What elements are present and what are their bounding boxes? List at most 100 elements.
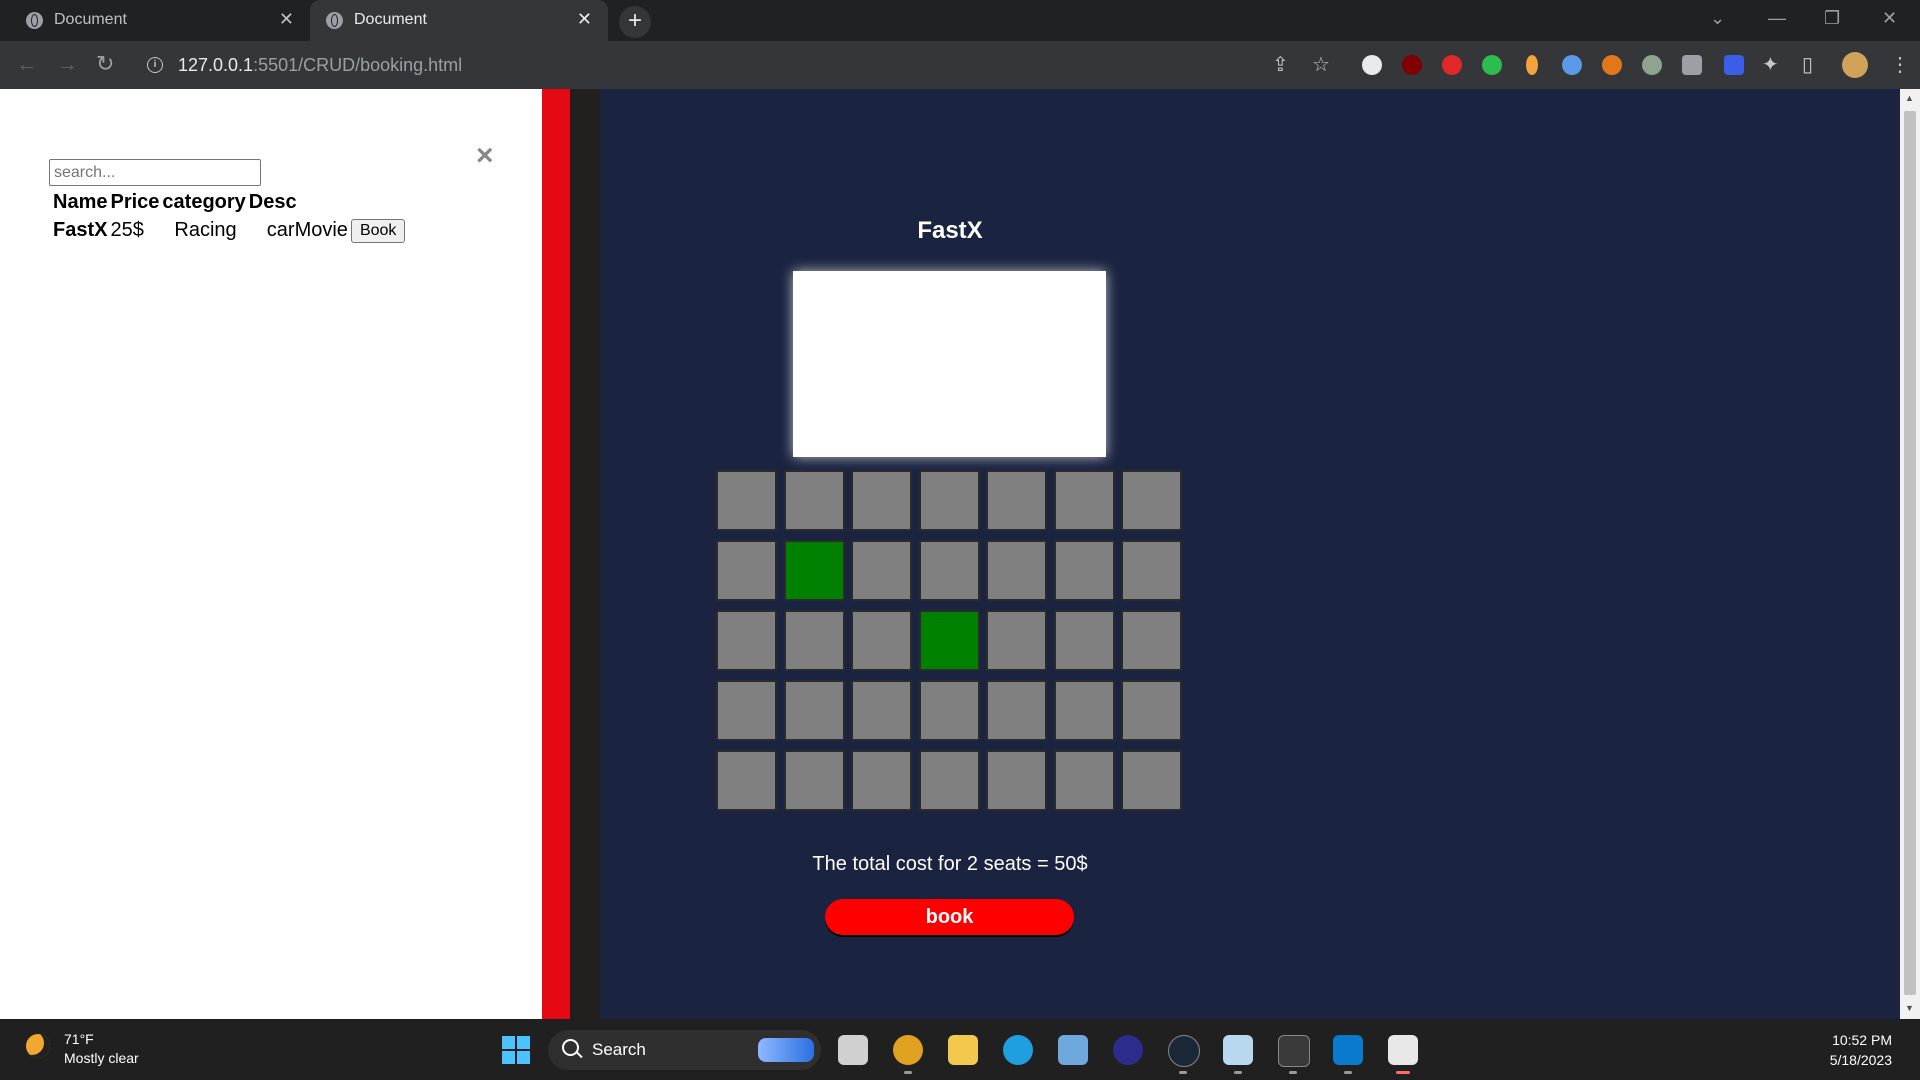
- back-icon[interactable]: ←: [16, 51, 38, 77]
- seat[interactable]: [716, 610, 777, 671]
- file-explorer-icon[interactable]: [948, 1035, 978, 1065]
- seat[interactable]: [783, 680, 845, 741]
- close-tab-icon[interactable]: ✕: [279, 8, 294, 30]
- shield-extension-icon[interactable]: [1482, 55, 1502, 75]
- bookmark-star-icon[interactable]: ☆: [1312, 52, 1330, 77]
- seat[interactable]: [851, 610, 912, 671]
- forward-icon[interactable]: →: [56, 51, 78, 77]
- seat[interactable]: [851, 680, 912, 741]
- vscode-icon[interactable]: [1333, 1035, 1363, 1065]
- seat-selected[interactable]: [918, 610, 980, 671]
- book-button[interactable]: book: [825, 899, 1074, 935]
- extension-icon[interactable]: [1724, 55, 1744, 75]
- seat[interactable]: [716, 540, 777, 601]
- photos-icon[interactable]: [1058, 1035, 1088, 1065]
- extension-icon[interactable]: [1642, 55, 1662, 75]
- windows-start-icon[interactable]: [502, 1036, 530, 1064]
- site-info-icon[interactable]: i: [147, 57, 163, 73]
- terminal-icon[interactable]: [1278, 1035, 1310, 1067]
- seat[interactable]: [1053, 750, 1115, 811]
- taskbar-search[interactable]: Search: [548, 1030, 821, 1070]
- tab-document-1[interactable]: Document ✕: [10, 0, 310, 41]
- scrollbar-thumb[interactable]: [1904, 111, 1916, 995]
- seat[interactable]: [918, 750, 980, 811]
- seat[interactable]: [986, 540, 1047, 601]
- seat[interactable]: [1121, 470, 1182, 531]
- search-highlight-icon: [758, 1038, 814, 1062]
- seat[interactable]: [918, 540, 980, 601]
- adblock-plus-icon[interactable]: [1442, 55, 1462, 75]
- eclipse-icon[interactable]: [1113, 1035, 1143, 1065]
- seat[interactable]: [918, 680, 980, 741]
- tab-document-2[interactable]: Document ✕: [310, 0, 608, 41]
- movie-category: Racing: [174, 219, 237, 241]
- seat[interactable]: [716, 750, 777, 811]
- weather-condition[interactable]: Mostly clear: [64, 1050, 139, 1066]
- system-clock[interactable]: 10:52 PM 5/18/2023: [1830, 1030, 1892, 1070]
- seat-selected[interactable]: [783, 540, 845, 601]
- dark-divider: [570, 89, 600, 1019]
- running-indicator: [1289, 1071, 1297, 1074]
- snipping-tool-icon[interactable]: [1388, 1035, 1418, 1065]
- seat[interactable]: [918, 470, 980, 531]
- weather-moon-icon[interactable]: [26, 1034, 50, 1058]
- seat[interactable]: [716, 680, 777, 741]
- extension-icon[interactable]: [1362, 55, 1382, 75]
- taskbar: 71°F Mostly clear Search 10:52 PM 5/18/2…: [0, 1019, 1920, 1080]
- seat[interactable]: [986, 470, 1047, 531]
- weather-temperature[interactable]: 71°F: [64, 1031, 94, 1047]
- tab-strip: Document ✕ Document ✕ + ⌄ — ❐ ✕: [0, 0, 1920, 41]
- ublock-icon[interactable]: [1402, 55, 1422, 75]
- seat[interactable]: [716, 470, 777, 531]
- scroll-up-icon[interactable]: ▲: [1905, 93, 1914, 103]
- shield-icon[interactable]: [1682, 55, 1702, 75]
- side-panel-icon[interactable]: ▯: [1802, 52, 1813, 77]
- clock-date: 5/18/2023: [1829, 1052, 1892, 1068]
- globe-icon: [326, 12, 343, 29]
- seat[interactable]: [1121, 610, 1182, 671]
- menu-icon[interactable]: ⋮: [1890, 52, 1910, 77]
- restore-icon[interactable]: ❐: [1824, 8, 1840, 29]
- share-icon[interactable]: ⇪: [1272, 52, 1289, 77]
- url-path: :5501/CRUD/booking.html: [253, 55, 463, 75]
- globe-icon: [26, 12, 43, 29]
- close-window-icon[interactable]: ✕: [1882, 8, 1897, 29]
- book-movie-button[interactable]: Book: [350, 219, 406, 243]
- steam-icon[interactable]: [1168, 1035, 1200, 1067]
- seat[interactable]: [986, 750, 1047, 811]
- address-bar[interactable]: 127.0.0.1:5501/CRUD/booking.html: [178, 55, 462, 76]
- extension-icon[interactable]: [1562, 55, 1582, 75]
- chrome-icon[interactable]: [893, 1035, 923, 1065]
- seat[interactable]: [1053, 540, 1115, 601]
- seat[interactable]: [783, 470, 845, 531]
- minimize-icon[interactable]: —: [1768, 8, 1786, 29]
- seat[interactable]: [851, 750, 912, 811]
- seat[interactable]: [1053, 610, 1115, 671]
- seat[interactable]: [851, 470, 912, 531]
- new-tab-button[interactable]: +: [619, 6, 651, 38]
- extension-icon[interactable]: [1526, 55, 1538, 75]
- seat[interactable]: [986, 680, 1047, 741]
- seat[interactable]: [783, 750, 845, 811]
- seat[interactable]: [783, 610, 845, 671]
- puzzle-extensions-icon[interactable]: ✦: [1762, 52, 1779, 77]
- seat[interactable]: [1053, 680, 1115, 741]
- metamask-icon[interactable]: [1602, 55, 1622, 75]
- seat[interactable]: [1121, 540, 1182, 601]
- seat[interactable]: [1121, 680, 1182, 741]
- page-scrollbar[interactable]: ▲ ▼: [1900, 89, 1920, 1019]
- edge-icon[interactable]: [1003, 1035, 1033, 1065]
- notepad-icon[interactable]: [1223, 1035, 1253, 1065]
- avatar[interactable]: [1842, 52, 1868, 78]
- seat[interactable]: [1121, 750, 1182, 811]
- task-view-icon[interactable]: [838, 1035, 868, 1065]
- scroll-down-icon[interactable]: ▼: [1905, 1003, 1914, 1013]
- close-icon[interactable]: ×: [476, 139, 494, 173]
- seat[interactable]: [986, 610, 1047, 671]
- seat[interactable]: [851, 540, 912, 601]
- close-tab-icon[interactable]: ✕: [577, 8, 592, 30]
- search-input[interactable]: [49, 159, 261, 186]
- tab-search-icon[interactable]: ⌄: [1710, 8, 1725, 29]
- reload-icon[interactable]: ↻: [96, 51, 114, 77]
- seat[interactable]: [1053, 470, 1115, 531]
